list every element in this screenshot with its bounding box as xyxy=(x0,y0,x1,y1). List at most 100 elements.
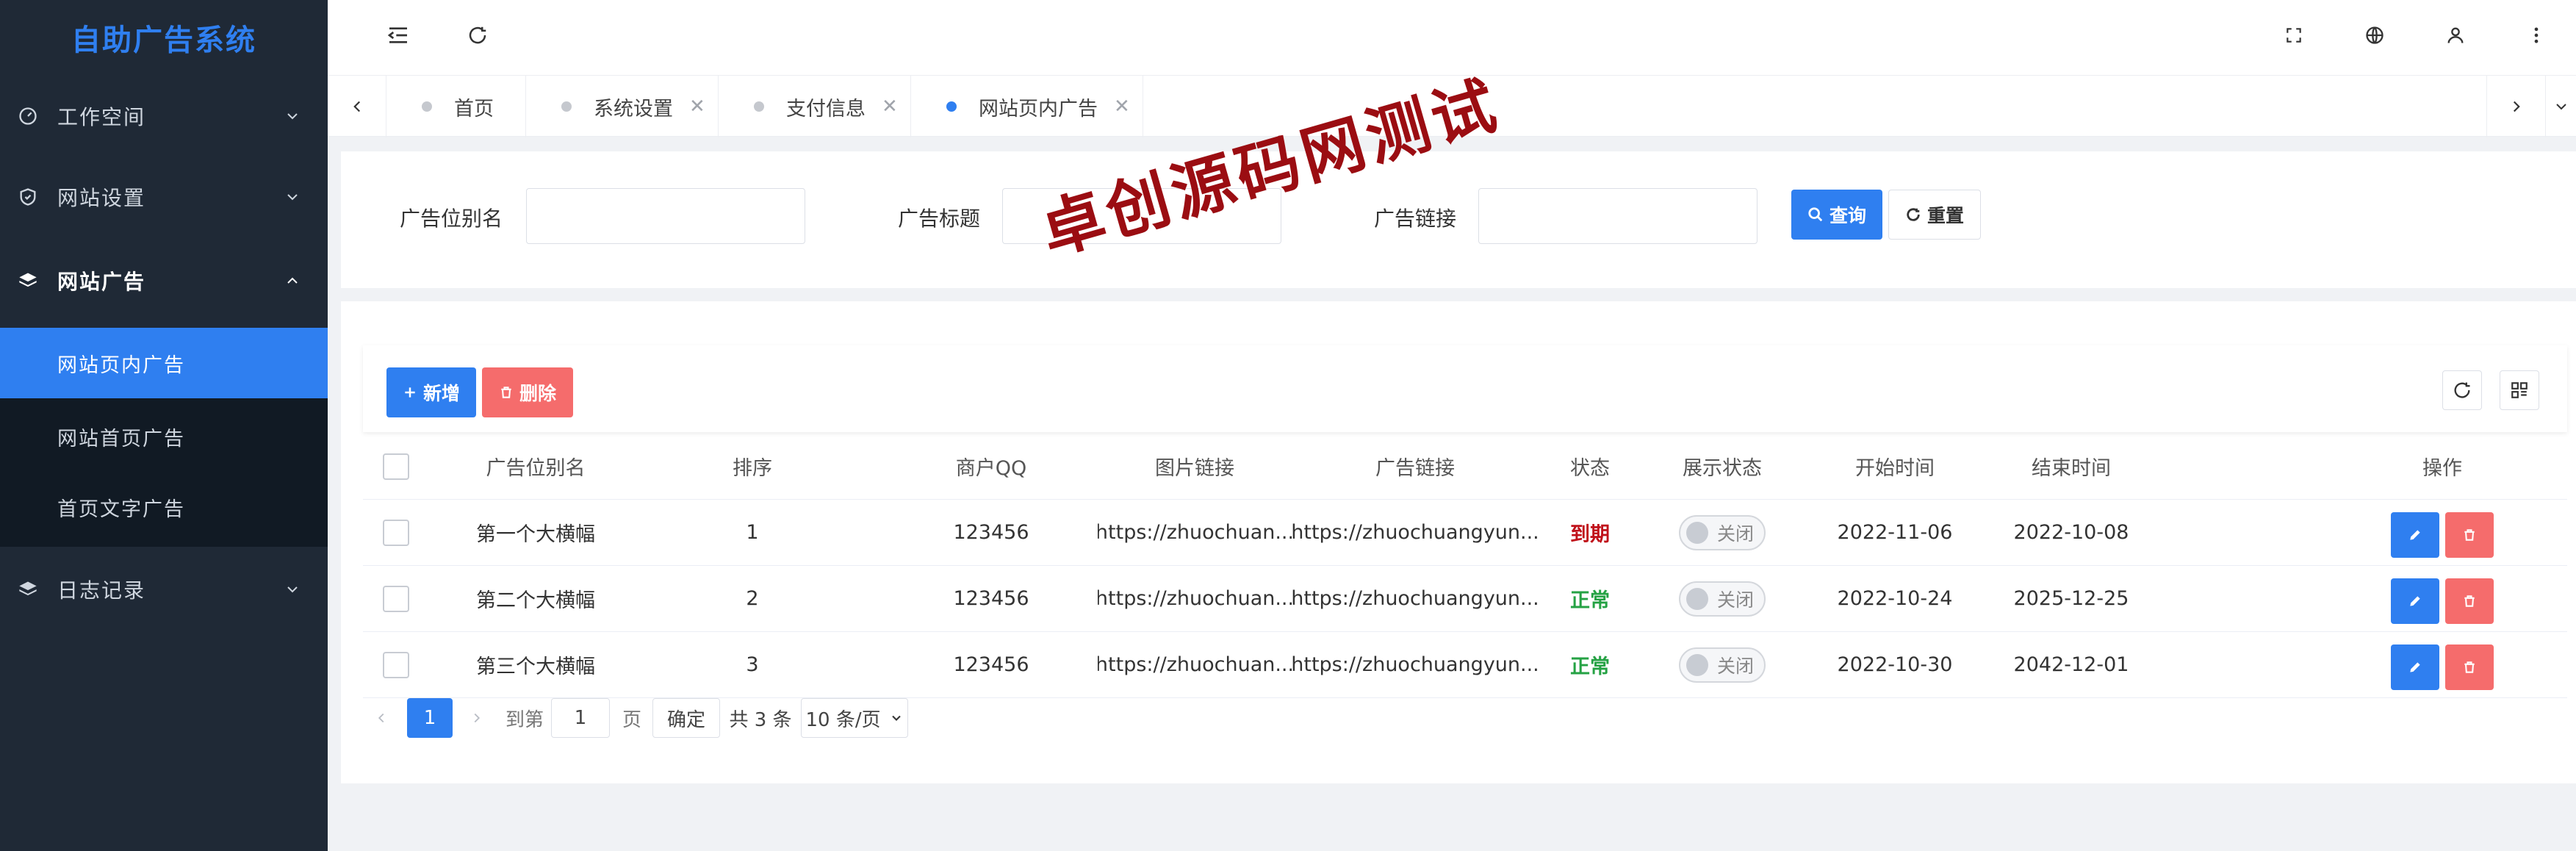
tab-payment-info[interactable]: 支付信息 ✕ xyxy=(719,76,911,137)
fullscreen-icon[interactable] xyxy=(2278,19,2310,51)
ad-link-input[interactable] xyxy=(1478,188,1757,244)
sidebar-item-site-ads[interactable]: 网站广告 xyxy=(0,241,328,320)
layers-icon xyxy=(18,579,38,600)
row-checkbox[interactable] xyxy=(383,519,409,546)
page-number-current[interactable]: 1 xyxy=(407,698,453,738)
refresh-icon[interactable] xyxy=(461,19,494,51)
tab-label: 系统设置 xyxy=(594,97,673,121)
table-card: 新增 删除 广告位别名 排序 商户QQ 图片链接 广告链接 状态 展示状态 开始… xyxy=(341,301,2576,783)
menu-fold-icon[interactable] xyxy=(382,19,414,51)
trash-icon xyxy=(2464,595,2475,607)
ad-title-label: 广告标题 xyxy=(898,207,981,231)
cell-start-time: 2022-10-30 xyxy=(1837,653,1953,676)
ad-alias-input[interactable] xyxy=(526,188,805,244)
sidebar-item-workspace[interactable]: 工作空间 xyxy=(0,76,328,156)
sidebar-subitem-label: 网站页内广告 xyxy=(57,353,185,377)
cell-image-link: https://zhuochuan... xyxy=(1098,653,1292,676)
tab-scroll-right-button[interactable] xyxy=(2486,76,2545,137)
close-icon[interactable]: ✕ xyxy=(689,96,705,118)
delete-button[interactable]: 删除 xyxy=(482,367,573,417)
table-row: 第三个大横幅 3 123456 https://zhuochuan... htt… xyxy=(363,632,2567,698)
goto-confirm-button[interactable]: 确定 xyxy=(652,698,720,738)
display-toggle[interactable]: 关闭 xyxy=(1679,514,1766,550)
trash-icon xyxy=(2464,529,2475,541)
display-toggle[interactable]: 关闭 xyxy=(1679,647,1766,683)
reset-button-label: 重置 xyxy=(1926,205,1964,226)
table-header: 广告位别名 排序 商户QQ 图片链接 广告链接 状态 展示状态 开始时间 结束时… xyxy=(363,434,2567,500)
close-icon[interactable]: ✕ xyxy=(1114,96,1130,118)
table-row: 第一个大横幅 1 123456 https://zhuochuan... htt… xyxy=(363,500,2567,566)
tab-dot xyxy=(754,101,764,112)
table-refresh-button[interactable] xyxy=(2442,370,2482,410)
row-checkbox[interactable] xyxy=(383,651,409,678)
cell-qq: 123456 xyxy=(953,521,1029,544)
cell-start-time: 2022-10-24 xyxy=(1837,587,1953,610)
cell-ad-link: https://zhuochuangyun... xyxy=(1292,653,1539,676)
column-header: 图片链接 xyxy=(1155,457,1234,480)
row-checkbox[interactable] xyxy=(383,585,409,612)
refresh-icon xyxy=(1905,207,1921,223)
pencil-icon xyxy=(2410,596,2420,606)
cell-image-link: https://zhuochuan... xyxy=(1098,521,1292,544)
chevron-right-icon xyxy=(474,713,481,723)
chevron-up-icon xyxy=(287,277,298,284)
row-delete-button[interactable] xyxy=(2445,578,2494,624)
cell-qq: 123456 xyxy=(953,587,1029,610)
delete-button-label: 删除 xyxy=(519,383,556,404)
chevron-down-icon xyxy=(287,194,298,201)
tab-scroll-left-button[interactable] xyxy=(328,76,386,137)
tab-system-settings[interactable]: 系统设置 ✕ xyxy=(526,76,719,137)
search-icon xyxy=(1807,207,1824,223)
sidebar-subitem-page-ads[interactable]: 网站页内广告 xyxy=(0,328,328,398)
edit-button[interactable] xyxy=(2391,644,2439,690)
edit-button[interactable] xyxy=(2391,512,2439,558)
sidebar-subitem-home-ads[interactable]: 网站首页广告 xyxy=(0,401,328,472)
pagination: 1 到第 1 页 确定 共 3 条 10 条/页 xyxy=(363,698,1098,739)
cell-end-time: 2022-10-08 xyxy=(2013,521,2129,544)
reset-button[interactable]: 重置 xyxy=(1888,190,1981,240)
ad-alias-label: 广告位别名 xyxy=(400,207,503,231)
cell-sort: 2 xyxy=(746,587,759,610)
tab-dropdown-button[interactable] xyxy=(2545,76,2576,137)
row-delete-button[interactable] xyxy=(2445,644,2494,690)
close-icon[interactable]: ✕ xyxy=(882,96,898,118)
sidebar-item-label: 网站设置 xyxy=(57,186,146,210)
tab-page-ads[interactable]: 网站页内广告 ✕ xyxy=(911,76,1143,137)
next-page-button[interactable] xyxy=(458,698,495,738)
cell-start-time: 2022-11-06 xyxy=(1837,521,1953,544)
column-header: 状态 xyxy=(1570,457,1610,480)
sidebar-item-logs[interactable]: 日志记录 xyxy=(0,550,328,629)
sidebar-item-site-settings[interactable]: 网站设置 xyxy=(0,157,328,237)
sidebar-item-label: 工作空间 xyxy=(57,105,146,129)
sidebar-subitem-label: 网站首页广告 xyxy=(57,427,185,450)
toggle-knob xyxy=(1686,653,1708,676)
goto-page-input[interactable]: 1 xyxy=(551,698,610,738)
page-size-value: 10 条/页 xyxy=(805,708,881,731)
edit-button[interactable] xyxy=(2391,578,2439,624)
sidebar-subitem-text-ads[interactable]: 首页文字广告 xyxy=(0,472,328,542)
ad-link-label: 广告链接 xyxy=(1374,207,1457,231)
cell-end-time: 2025-12-25 xyxy=(2013,587,2129,610)
more-vertical-icon[interactable] xyxy=(2520,19,2552,51)
add-button[interactable]: 新增 xyxy=(386,367,476,417)
prev-page-button[interactable] xyxy=(363,698,400,738)
display-toggle[interactable]: 关闭 xyxy=(1679,581,1766,617)
query-button[interactable]: 查询 xyxy=(1791,190,1882,240)
status-badge: 正常 xyxy=(1570,656,1610,678)
select-all-checkbox[interactable] xyxy=(383,453,409,480)
toggle-knob xyxy=(1686,587,1708,610)
row-delete-button[interactable] xyxy=(2445,512,2494,558)
tab-home[interactable]: 首页 xyxy=(386,76,526,137)
tab-dot xyxy=(422,101,432,112)
sidebar-item-label: 日志记录 xyxy=(57,578,146,603)
globe-icon[interactable] xyxy=(2359,19,2391,51)
query-button-label: 查询 xyxy=(1829,205,1866,226)
cell-sort: 1 xyxy=(746,521,759,544)
tab-label: 网站页内广告 xyxy=(979,97,1098,121)
user-icon[interactable] xyxy=(2439,19,2472,51)
chevron-left-icon xyxy=(378,713,384,723)
page-size-select[interactable]: 10 条/页 xyxy=(801,698,908,738)
status-badge: 正常 xyxy=(1570,589,1610,612)
table-columns-button[interactable] xyxy=(2500,370,2539,410)
search-form: 广告位别名 广告标题 广告链接 查询 重置 xyxy=(341,151,2576,288)
